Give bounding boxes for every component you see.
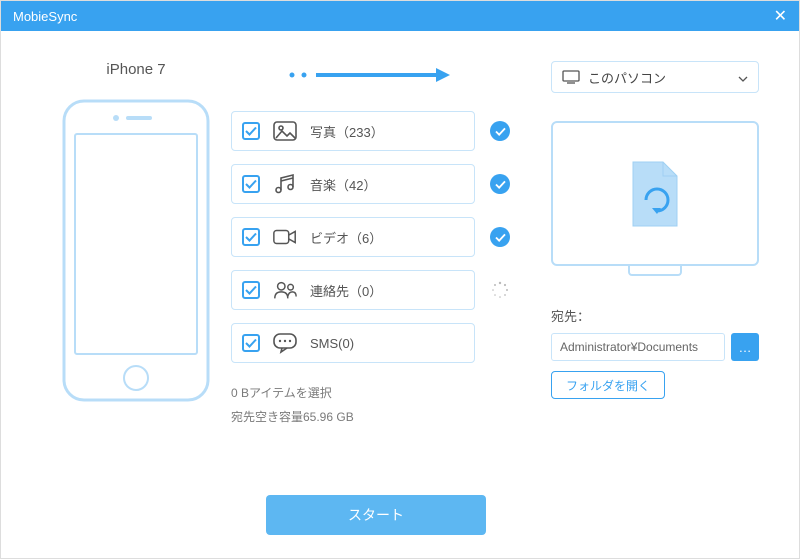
app-title: MobieSync [13, 9, 77, 24]
destination-select[interactable]: このパソコン [551, 61, 759, 93]
checkbox[interactable] [242, 122, 260, 140]
checkbox[interactable] [242, 228, 260, 246]
category-music[interactable]: 音楽（42） [231, 164, 475, 204]
checkbox[interactable] [242, 334, 260, 352]
loading-spinner-icon [491, 281, 509, 299]
title-bar: MobieSync ✕ [1, 1, 799, 31]
video-icon [272, 224, 298, 250]
category-video[interactable]: ビデオ（6） [231, 217, 475, 257]
category-contacts[interactable]: 連絡先（0） [231, 270, 475, 310]
done-badge-icon [490, 227, 510, 247]
device-name: iPhone 7 [41, 61, 231, 78]
category-label: SMS(0) [310, 336, 354, 351]
category-sms[interactable]: SMS(0) [231, 323, 475, 363]
selected-size-text: 0 Bアイテムを選択 [231, 381, 511, 405]
checkbox[interactable] [242, 175, 260, 193]
free-space-text: 宛先空き容量65.96 GB [231, 405, 511, 429]
start-button[interactable]: スタート [266, 495, 486, 535]
transfer-arrow-icon [231, 61, 511, 89]
destination-select-label: このパソコン [588, 68, 666, 87]
destination-path-input[interactable] [551, 333, 725, 361]
destination-preview [551, 121, 759, 266]
checkbox[interactable] [242, 281, 260, 299]
phone-outline-icon [61, 98, 211, 403]
chevron-down-icon [738, 70, 748, 85]
category-photo[interactable]: 写真（233） [231, 111, 475, 151]
done-badge-icon [490, 121, 510, 141]
contacts-icon [272, 277, 298, 303]
done-badge-icon [490, 174, 510, 194]
category-label: 写真（233） [310, 122, 384, 141]
close-icon[interactable]: ✕ [757, 6, 787, 26]
monitor-icon [562, 70, 580, 84]
sms-icon [272, 330, 298, 356]
category-label: ビデオ（6） [310, 228, 382, 247]
open-folder-button[interactable]: フォルダを開く [551, 371, 665, 399]
destination-label: 宛先： [551, 306, 759, 325]
category-label: 音楽（42） [310, 175, 376, 194]
browse-button[interactable]: … [731, 333, 759, 361]
file-refresh-icon [625, 158, 685, 230]
photo-icon [272, 118, 298, 144]
music-icon [272, 171, 298, 197]
category-label: 連絡先（0） [310, 281, 382, 300]
